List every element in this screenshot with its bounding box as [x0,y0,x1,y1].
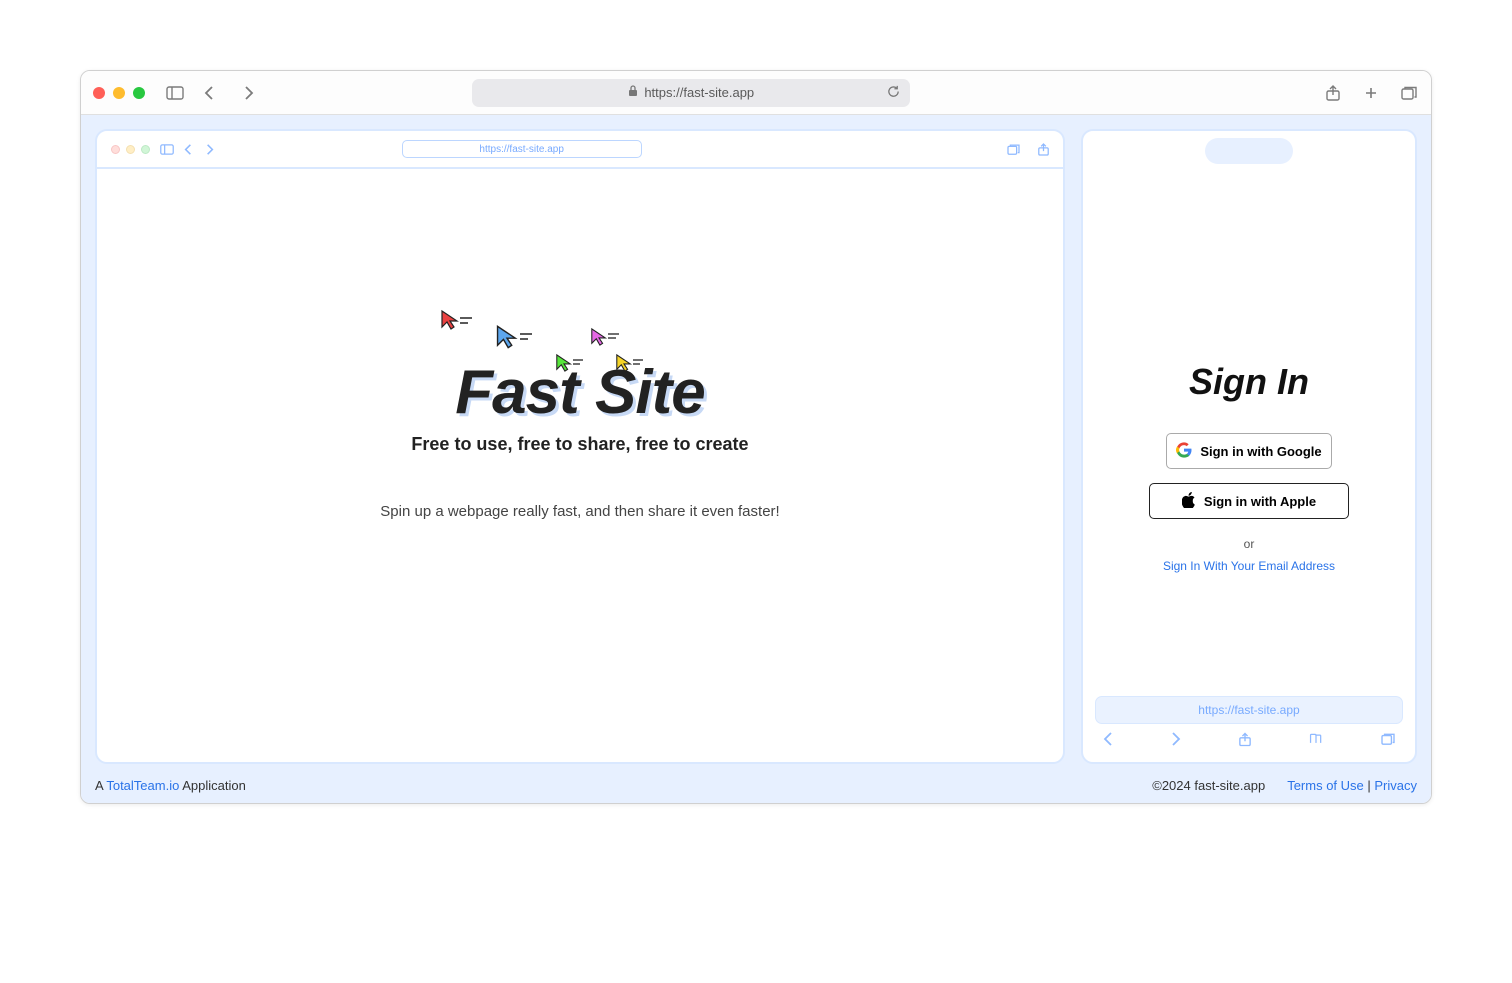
google-button-label: Sign in with Google [1200,444,1321,459]
mini-tabs-icon [1007,143,1020,156]
mini-back-icon [184,144,192,155]
hero-subtitle: Free to use, free to share, free to crea… [411,434,748,455]
mobile-bookmarks-icon [1309,732,1323,752]
mobile-footer: https://fast-site.app [1083,688,1415,762]
mobile-address-bar: https://fast-site.app [1095,696,1403,724]
sidebar-toggle-icon[interactable] [165,83,185,103]
terms-link[interactable]: Terms of Use [1287,778,1364,793]
sign-in-google-button[interactable]: Sign in with Google [1166,433,1332,469]
mobile-address-url: https://fast-site.app [1198,703,1299,717]
mini-sidebar-icon [160,144,174,155]
mobile-share-icon [1239,732,1251,752]
new-tab-icon[interactable] [1361,83,1381,103]
privacy-link[interactable]: Privacy [1374,778,1417,793]
mobile-tabs-icon [1381,732,1395,752]
mini-toolbar: https://fast-site.app [97,131,1063,169]
safari-toolbar: https://fast-site.app [81,71,1431,115]
footer-left: A TotalTeam.io Application [95,778,246,793]
footer-right: ©2024 fast-site.app Terms of Use | Priva… [1152,778,1417,793]
mobile-forward-icon [1171,732,1181,752]
cursor-illustration [430,309,730,379]
mini-forward-icon [206,144,214,155]
footer-prefix: A [95,778,106,793]
signin-or-text: or [1244,537,1255,551]
signin-title: Sign In [1189,361,1309,403]
footer-separator: | [1364,778,1375,793]
mini-share-icon [1038,143,1049,156]
mobile-preview-panel: Sign In Sign in with Google Sign in with… [1081,129,1417,764]
desktop-preview-panel: https://fast-site.app [95,129,1065,764]
apple-icon [1182,492,1196,511]
hero-section: Fast Site Free to use, free to share, fr… [97,169,1063,762]
google-icon [1176,442,1192,461]
footer-copyright: ©2024 fast-site.app [1152,778,1265,793]
reload-icon[interactable] [887,85,900,101]
forward-button[interactable] [239,83,259,103]
mini-close-icon [111,145,120,154]
signin-section: Sign In Sign in with Google Sign in with… [1083,171,1415,688]
sign-in-apple-button[interactable]: Sign in with Apple [1149,483,1349,519]
close-window-button[interactable] [93,87,105,99]
mini-window-controls [111,145,150,154]
mini-maximize-icon [141,145,150,154]
lock-icon [628,85,638,100]
page-footer: A TotalTeam.io Application ©2024 fast-si… [81,778,1431,803]
footer-brand-link[interactable]: TotalTeam.io [106,778,179,793]
hero-description: Spin up a webpage really fast, and then … [380,503,779,520]
back-button[interactable] [199,83,219,103]
mini-address-bar: https://fast-site.app [402,140,642,158]
maximize-window-button[interactable] [133,87,145,99]
tabs-overview-icon[interactable] [1399,83,1419,103]
mini-minimize-icon [126,145,135,154]
window-controls [93,87,145,99]
mobile-notch [1205,138,1293,164]
address-bar[interactable]: https://fast-site.app [472,79,910,107]
apple-button-label: Sign in with Apple [1204,494,1316,509]
safari-window: https://fast-site.app [80,70,1432,804]
mini-address-url: https://fast-site.app [479,144,564,155]
mobile-notch-row [1083,131,1415,171]
mobile-back-icon [1103,732,1113,752]
sign-in-email-link[interactable]: Sign In With Your Email Address [1163,559,1335,573]
page-content: https://fast-site.app [81,115,1431,778]
share-icon[interactable] [1323,83,1343,103]
footer-suffix: Application [179,778,246,793]
minimize-window-button[interactable] [113,87,125,99]
address-bar-url: https://fast-site.app [644,85,754,100]
